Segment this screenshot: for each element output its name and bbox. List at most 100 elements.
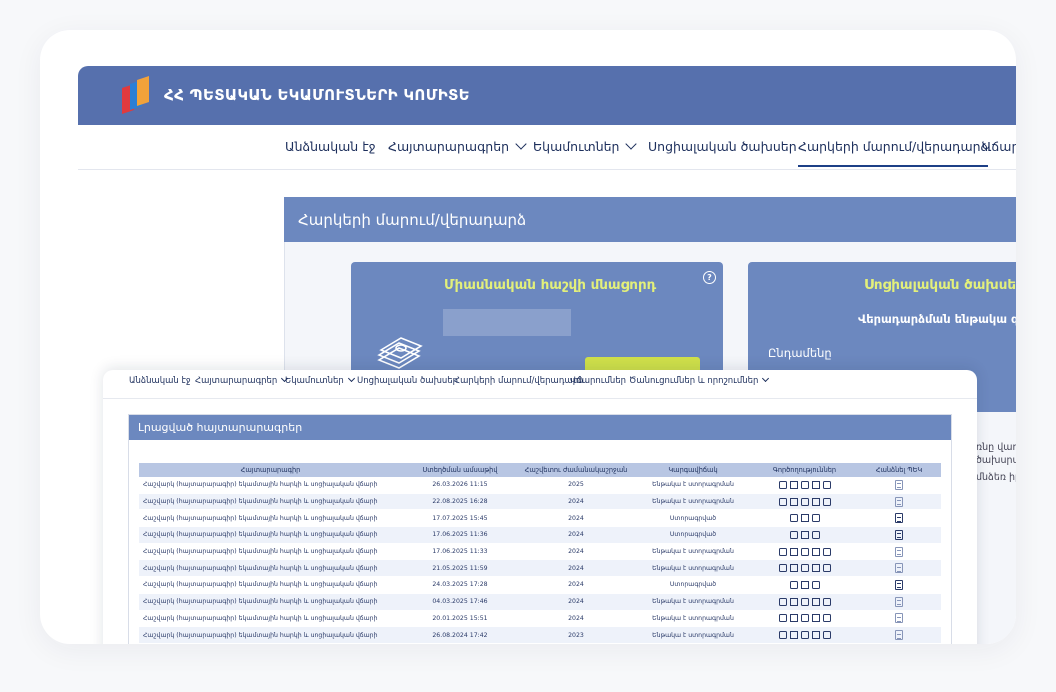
nav-item-personal[interactable]: Անձնական էջ	[285, 139, 376, 154]
copy-icon[interactable]	[789, 530, 798, 539]
edit-icon[interactable]	[811, 480, 820, 489]
table-row[interactable]: Հաշվարկ (հայտարարագիր) եկամտային հարկի և…	[139, 626, 941, 644]
submit-document-icon[interactable]	[895, 596, 903, 607]
copy-icon[interactable]	[789, 580, 798, 589]
submit-cell	[857, 477, 941, 494]
nav-item-tax-refund[interactable]: Հարկերի մարում/վերադարձ	[798, 139, 989, 167]
attach-icon[interactable]	[822, 614, 831, 623]
delete-icon[interactable]	[789, 497, 798, 506]
copy-icon[interactable]	[778, 547, 787, 556]
front-nav-notifications[interactable]: Ծանուցումներ և որոշումներ	[629, 374, 770, 386]
nav-item-social-expenses[interactable]: Սոցիալական ծախսեր	[648, 139, 797, 154]
submit-document-icon[interactable]	[895, 479, 903, 490]
edit-icon[interactable]	[811, 614, 820, 623]
col-header-declaration[interactable]: Հայտարարագիր	[139, 463, 402, 477]
declarations-panel: Լրացված հայտարարագրեր Հայտարարագիր Ստեղծ…	[128, 414, 952, 644]
submit-document-icon[interactable]	[895, 563, 903, 574]
front-nav-declarations[interactable]: Հայտարարագրեր	[195, 374, 289, 386]
delete-icon[interactable]	[789, 547, 798, 556]
pdf-icon[interactable]	[800, 614, 809, 623]
attach-icon[interactable]	[822, 597, 831, 606]
copy-icon[interactable]	[778, 497, 787, 506]
delete-icon[interactable]	[789, 564, 798, 573]
submit-cell	[857, 610, 941, 628]
delete-icon[interactable]	[800, 514, 809, 523]
attach-icon[interactable]	[822, 497, 831, 506]
period-cell	[518, 643, 634, 644]
nav-item-payments[interactable]: Վճարո	[982, 139, 1016, 154]
created-date-cell: 26.08.2024 17:42	[402, 626, 518, 644]
org-title[interactable]: ՀՀ ՊԵՏԱԿԱՆ ԵԿԱՄՈՒՏՆԵՐԻ ԿՈՄԻՏԵ	[164, 86, 470, 104]
period-cell: 2024	[518, 610, 634, 628]
panel-title: Լրացված հայտարարագրեր	[138, 421, 303, 434]
attach-icon[interactable]	[822, 480, 831, 489]
pdf-icon[interactable]	[800, 597, 809, 606]
declaration-name-cell: Հաշվարկ (հայտարարագիր) եկամտային հարկի և…	[139, 643, 402, 644]
delete-icon[interactable]	[800, 530, 809, 539]
copy-icon[interactable]	[789, 514, 798, 523]
declaration-name-cell: Հաշվարկ (հայտարարագիր) եկամտային հարկի և…	[139, 593, 402, 611]
table-row[interactable]: Հաշվարկ (հայտարարագիր) եկամտային հարկի և…	[139, 526, 941, 544]
edit-icon[interactable]	[811, 497, 820, 506]
front-nav-social[interactable]: Սոցիալական ծախսեր	[357, 376, 458, 386]
actions-cell	[752, 626, 857, 644]
delete-icon[interactable]	[789, 614, 798, 623]
table-row[interactable]: Հաշվարկ (հայտարարագիր) եկամտային հարկի և…	[139, 559, 941, 578]
pdf-icon[interactable]	[800, 497, 809, 506]
col-header-status[interactable]: Կարգավիճակ	[634, 463, 752, 477]
attach-icon[interactable]	[822, 547, 831, 556]
edit-icon[interactable]	[811, 564, 820, 573]
submit-document-icon[interactable]	[895, 546, 903, 557]
table-row[interactable]: Հաշվարկ (հայտարարագիր) եկամտային հարկի և…	[139, 643, 941, 644]
copy-icon[interactable]	[778, 614, 787, 623]
col-header-created[interactable]: Ստեղծման ամսաթիվ	[402, 463, 518, 477]
pdf-icon[interactable]	[811, 530, 820, 539]
front-nav-tax-refund[interactable]: Հարկերի մարում/վերադարձ	[454, 376, 583, 386]
submit-document-icon[interactable]	[895, 630, 903, 641]
submit-document-icon[interactable]	[895, 496, 903, 507]
nav-item-income[interactable]: Եկամուտներ	[533, 138, 638, 154]
pdf-icon[interactable]	[811, 580, 820, 589]
pdf-icon[interactable]	[800, 547, 809, 556]
submit-cell	[857, 626, 941, 644]
copy-icon[interactable]	[778, 631, 787, 640]
submit-cell	[857, 526, 941, 544]
table-row[interactable]: Հաշվարկ (հայտարարագիր) եկամտային հարկի և…	[139, 610, 941, 628]
table-row[interactable]: Հաշվարկ (հայտարարագիր) եկամտային հարկի և…	[139, 543, 941, 561]
submit-document-icon[interactable]	[895, 613, 903, 624]
delete-icon[interactable]	[800, 580, 809, 589]
submit-document-icon[interactable]	[895, 579, 903, 590]
side-text-2: ծախսրմ	[976, 455, 1016, 466]
edit-icon[interactable]	[811, 547, 820, 556]
copy-icon[interactable]	[778, 597, 787, 606]
table-row[interactable]: Հաշվարկ (հայտարարագիր) եկամտային հարկի և…	[139, 593, 941, 611]
pdf-icon[interactable]	[800, 564, 809, 573]
front-nav-payments[interactable]: Վճարումներ	[570, 376, 626, 386]
showcase-card: ՀՀ ՊԵՏԱԿԱՆ ԵԿԱՄՈՒՏՆԵՐԻ ԿՈՄԻՏԵ Անձնական է…	[40, 30, 1016, 644]
question-circle-icon[interactable]: ?	[703, 271, 716, 284]
front-nav-income[interactable]: Եկամուտներ	[285, 374, 355, 386]
nav-item-declarations[interactable]: Հայտարարագրեր	[388, 138, 527, 154]
delete-icon[interactable]	[789, 631, 798, 640]
social-card-subtitle: Վերադարձման ենթակա գումար	[858, 312, 1016, 326]
front-nav-personal[interactable]: Անձնական էջ	[129, 376, 191, 386]
pdf-icon[interactable]	[800, 631, 809, 640]
edit-icon[interactable]	[811, 631, 820, 640]
attach-icon[interactable]	[822, 564, 831, 573]
copy-icon[interactable]	[778, 480, 787, 489]
edit-icon[interactable]	[811, 597, 820, 606]
table-row[interactable]: Հաշվարկ (հայտարարագիր) եկամտային հարկի և…	[139, 576, 941, 594]
delete-icon[interactable]	[789, 597, 798, 606]
submit-document-icon[interactable]	[895, 513, 903, 524]
submit-document-icon[interactable]	[895, 529, 903, 540]
delete-icon[interactable]	[789, 480, 798, 489]
pdf-icon[interactable]	[811, 514, 820, 523]
table-row[interactable]: Հաշվարկ (հայտարարագիր) եկամտային հարկի և…	[139, 493, 941, 511]
col-header-period[interactable]: Հաշվետու ժամանակաշրջան	[518, 463, 634, 477]
table-row[interactable]: Հաշվարկ (հայտարարագիր) եկամտային հարկի և…	[139, 477, 941, 494]
table-row[interactable]: Հաշվարկ (հայտարարագիր) եկամտային հարկի և…	[139, 509, 941, 528]
submit-cell	[857, 593, 941, 611]
attach-icon[interactable]	[822, 631, 831, 640]
pdf-icon[interactable]	[800, 480, 809, 489]
copy-icon[interactable]	[778, 564, 787, 573]
